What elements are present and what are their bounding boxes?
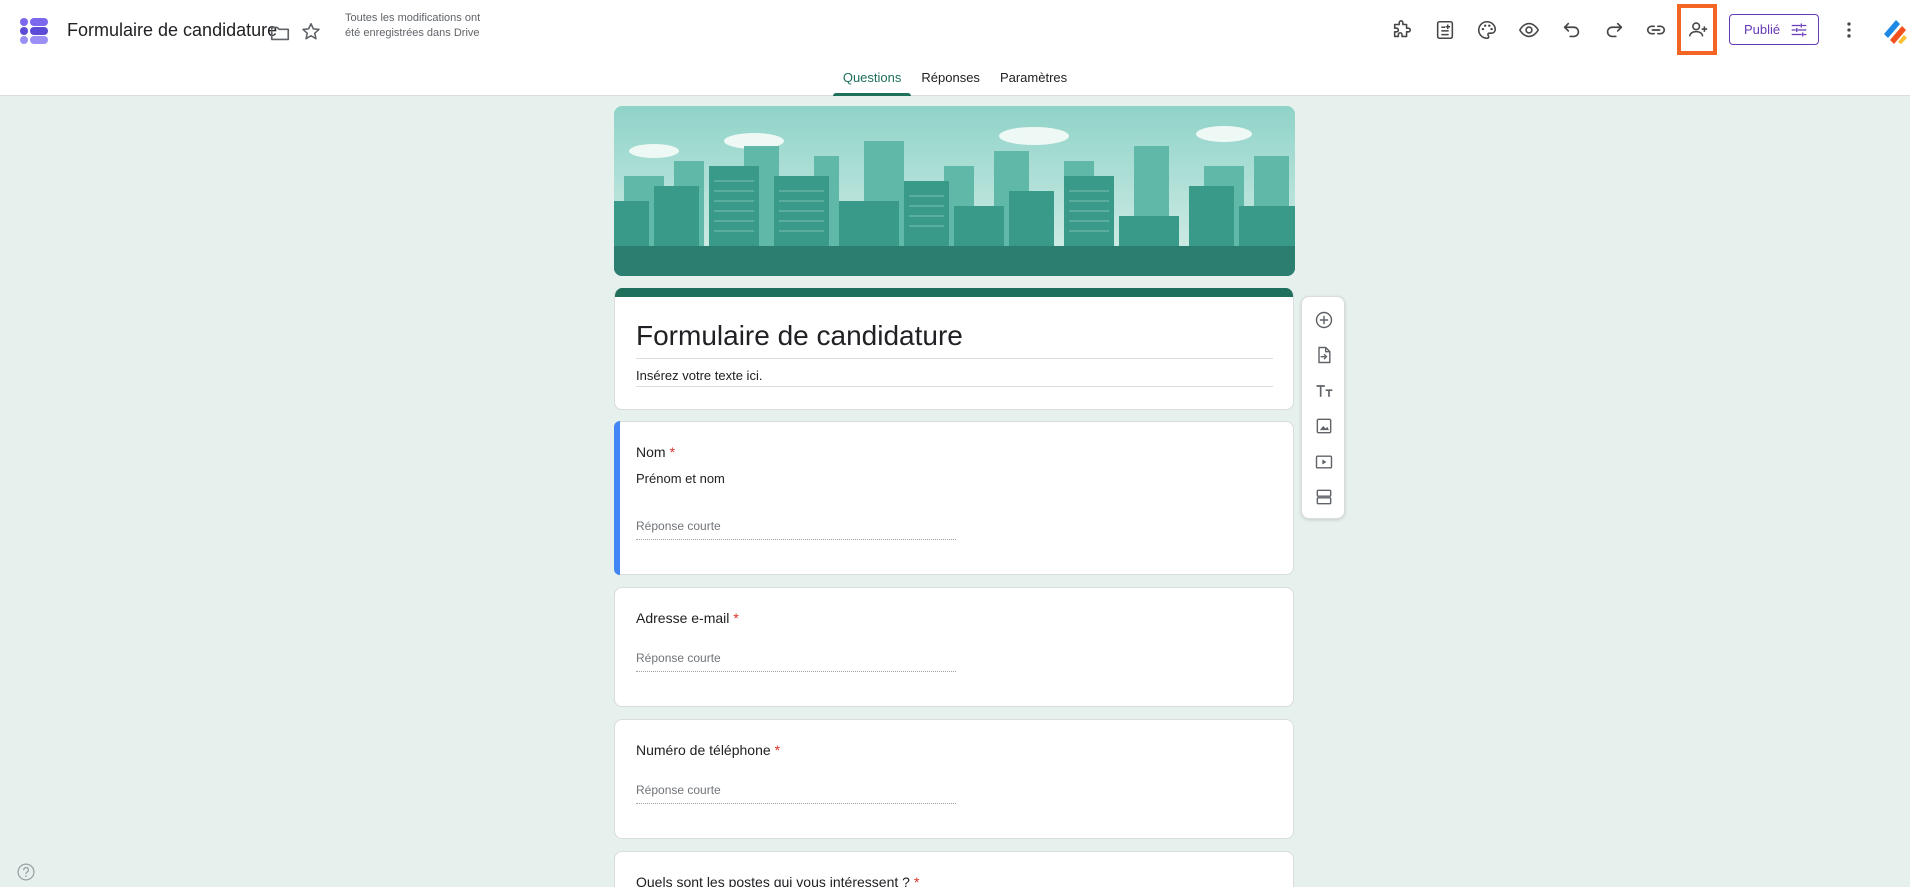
description-underline: [636, 386, 1273, 387]
form-content-icon[interactable]: [1432, 17, 1458, 43]
short-answer-field: Réponse courte: [636, 519, 956, 540]
form-title-card[interactable]: Formulaire de candidature Insérez votre …: [614, 288, 1294, 410]
preview-icon[interactable]: [1516, 17, 1542, 43]
add-question-icon[interactable]: [1312, 308, 1336, 332]
tab-bar: Questions Réponses Paramètres: [0, 58, 1910, 96]
import-questions-icon[interactable]: [1312, 343, 1336, 367]
redo-icon[interactable]: [1601, 17, 1627, 43]
side-toolbar: [1301, 296, 1345, 519]
star-icon[interactable]: [299, 20, 323, 44]
link-icon[interactable]: [1643, 17, 1669, 43]
required-mark: *: [774, 742, 781, 758]
highlight-annotation: [1677, 4, 1717, 55]
required-mark: *: [913, 874, 920, 887]
save-status: Toutes les modifications ont été enregis…: [345, 12, 481, 39]
more-options-icon[interactable]: [1836, 17, 1862, 43]
question-card-positions[interactable]: Quels sont les postes qui vous intéresse…: [614, 851, 1294, 887]
publish-label: Publié: [1744, 22, 1781, 37]
addons-icon[interactable]: [1389, 17, 1415, 43]
tab-settings[interactable]: Paramètres: [990, 58, 1077, 96]
short-answer-field: Réponse courte: [636, 783, 956, 804]
question-card-phone[interactable]: Numéro de téléphone * Réponse courte: [614, 719, 1294, 839]
question-title: Numéro de téléphone *: [636, 742, 781, 758]
tune-icon: [1791, 22, 1807, 37]
palette-icon[interactable]: [1474, 17, 1500, 43]
required-mark: *: [669, 444, 676, 460]
tab-questions[interactable]: Questions: [832, 58, 912, 96]
add-video-icon[interactable]: [1312, 450, 1336, 474]
short-answer-field: Réponse courte: [636, 651, 956, 672]
add-image-icon[interactable]: [1312, 414, 1336, 438]
folder-icon[interactable]: [268, 21, 292, 45]
form-title[interactable]: Formulaire de candidature: [636, 320, 963, 352]
app-header: Formulaire de candidature Toutes les mod…: [0, 0, 1910, 96]
question-description: Prénom et nom: [636, 471, 725, 486]
brand-logo-icon[interactable]: [1880, 16, 1908, 44]
question-title: Nom *: [636, 444, 676, 460]
tab-responses[interactable]: Réponses: [911, 58, 990, 96]
forms-logo-icon[interactable]: [18, 15, 50, 47]
header-banner-image: [614, 106, 1295, 276]
help-icon[interactable]: [16, 862, 36, 882]
title-underline: [636, 358, 1273, 359]
required-mark: *: [733, 610, 739, 626]
form-description[interactable]: Insérez votre texte ici.: [636, 368, 762, 383]
question-title: Adresse e-mail *: [636, 610, 739, 626]
question-title: Quels sont les postes qui vous intéresse…: [636, 874, 919, 887]
theme-color-bar: [615, 288, 1293, 297]
doc-title[interactable]: Formulaire de candidature: [67, 20, 277, 41]
add-section-icon[interactable]: [1312, 485, 1336, 509]
undo-icon[interactable]: [1559, 17, 1585, 43]
add-title-icon[interactable]: [1312, 379, 1336, 403]
question-card-name[interactable]: Nom * Prénom et nom Réponse courte: [614, 421, 1294, 575]
publish-button[interactable]: Publié: [1729, 14, 1819, 45]
question-card-email[interactable]: Adresse e-mail * Réponse courte: [614, 587, 1294, 707]
